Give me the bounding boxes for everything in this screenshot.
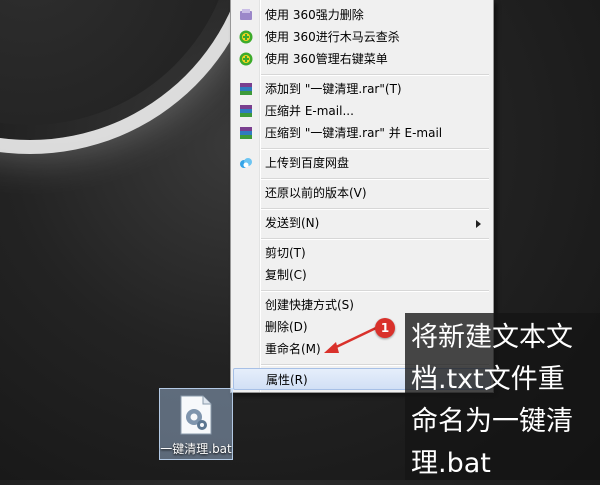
baidu-netdisk-icon — [238, 155, 254, 171]
menu-item-360-manage[interactable]: 使用 360管理右键菜单 — [233, 48, 491, 70]
desktop-file-icon[interactable]: 一键清理.bat — [159, 388, 233, 460]
winrar-icon — [238, 125, 254, 141]
menu-item-label: 压缩并 E-mail... — [265, 104, 354, 118]
menu-item-label: 发送到(N) — [265, 216, 320, 230]
menu-item-compress-email[interactable]: 压缩并 E-mail... — [233, 100, 491, 122]
menu-item-label: 剪切(T) — [265, 246, 306, 260]
menu-item-compress-rar-email[interactable]: 压缩到 "一键清理.rar" 并 E-mail — [233, 122, 491, 144]
menu-item-baidu-upload[interactable]: 上传到百度网盘 — [233, 152, 491, 174]
menu-separator — [261, 208, 489, 210]
menu-separator — [261, 178, 489, 180]
winrar-icon — [238, 103, 254, 119]
submenu-arrow-icon — [476, 220, 481, 228]
menu-item-label: 还原以前的版本(V) — [265, 186, 367, 200]
desktop-file-label: 一键清理.bat — [160, 442, 232, 456]
360-shred-icon — [238, 7, 254, 23]
callout-arrow — [324, 326, 377, 353]
menu-separator — [261, 290, 489, 292]
menu-item-label: 上传到百度网盘 — [265, 156, 350, 170]
menu-item-label: 使用 360进行木马云查杀 — [265, 30, 400, 44]
360-scan-icon — [238, 29, 254, 45]
menu-item-restore-versions[interactable]: 还原以前的版本(V) — [233, 182, 491, 204]
menu-item-label: 使用 360管理右键菜单 — [265, 52, 388, 66]
menu-item-360-scan[interactable]: 使用 360进行木马云查杀 — [233, 26, 491, 48]
360-manage-icon — [238, 51, 254, 67]
menu-separator — [261, 148, 489, 150]
batch-file-gear-icon — [179, 395, 213, 435]
menu-item-label: 复制(C) — [265, 268, 307, 282]
menu-item-add-to-rar[interactable]: 添加到 "一键清理.rar"(T) — [233, 78, 491, 100]
instruction-annotation: 将新建文本文 档.txt文件重 命名为一键清 理.bat — [405, 313, 600, 480]
winrar-icon — [238, 81, 254, 97]
menu-item-copy[interactable]: 复制(C) — [233, 264, 491, 286]
menu-item-send-to[interactable]: 发送到(N) — [233, 212, 491, 234]
menu-separator — [261, 74, 489, 76]
menu-item-label: 使用 360强力删除 — [265, 8, 364, 22]
menu-item-label: 添加到 "一键清理.rar"(T) — [265, 82, 402, 96]
menu-item-label: 压缩到 "一键清理.rar" 并 E-mail — [265, 126, 443, 140]
step-badge: 1 — [375, 318, 395, 338]
menu-item-label: 创建快捷方式(S) — [265, 298, 354, 312]
menu-item-360-shred[interactable]: 使用 360强力删除 — [233, 4, 491, 26]
menu-item-label: 删除(D) — [265, 320, 308, 334]
menu-item-cut[interactable]: 剪切(T) — [233, 242, 491, 264]
menu-item-label: 属性(R) — [266, 373, 308, 387]
menu-item-label: 重命名(M) — [265, 342, 321, 356]
menu-separator — [261, 238, 489, 240]
